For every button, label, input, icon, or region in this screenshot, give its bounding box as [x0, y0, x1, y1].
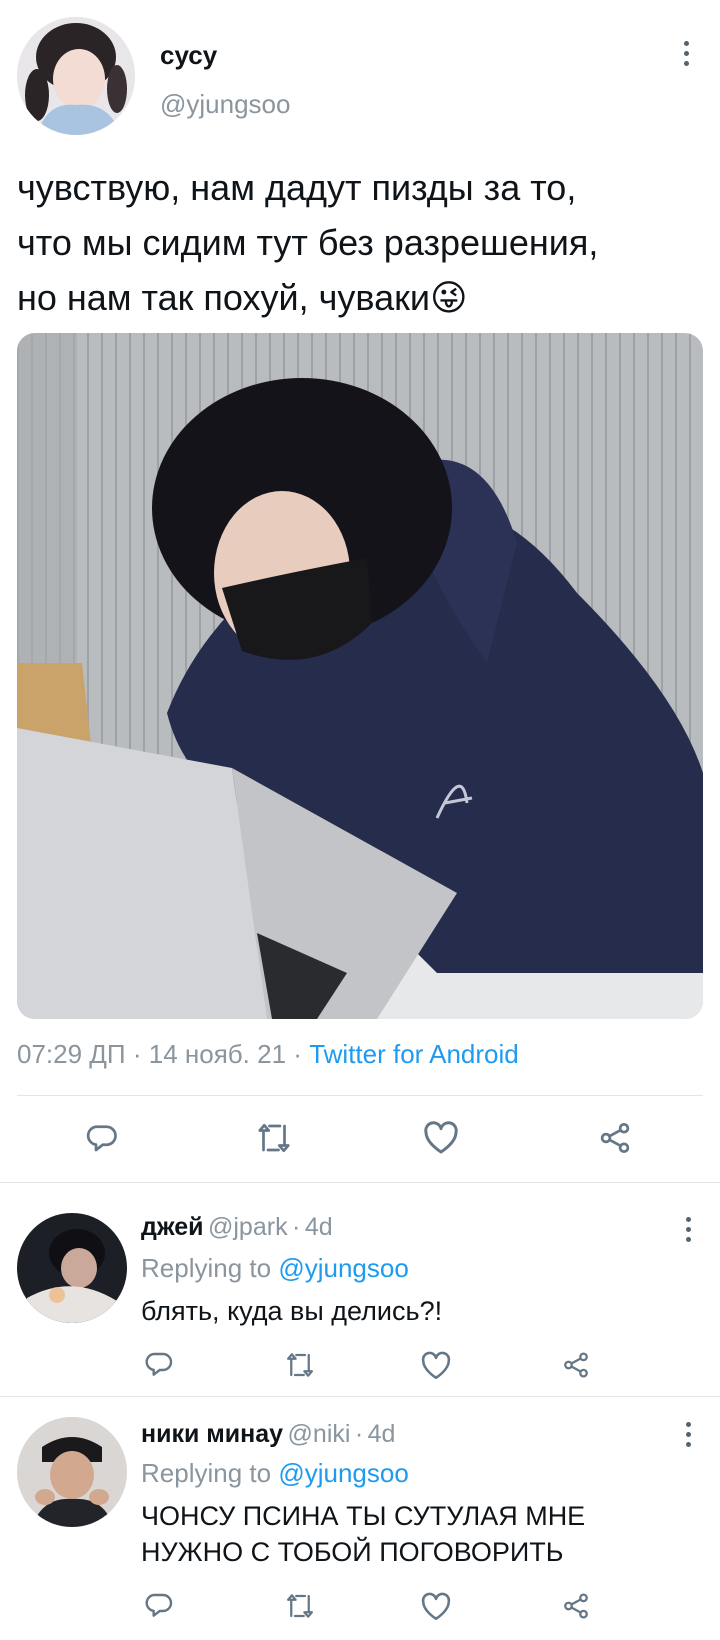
- reply-icon[interactable]: [143, 1348, 175, 1380]
- tweet-time: 07:29 ДП: [17, 1039, 126, 1069]
- more-vertical-icon[interactable]: [686, 1217, 694, 1247]
- author-avatar[interactable]: [17, 17, 135, 135]
- tweet-text-line: но нам так похуй, чуваки😜: [17, 270, 707, 325]
- reply-text-line: блять, куда вы делись?!: [141, 1296, 443, 1326]
- author-name[interactable]: сусу: [160, 40, 217, 71]
- replying-to-link[interactable]: @yjungsoo: [278, 1458, 408, 1488]
- tweet-client-link[interactable]: Twitter for Android: [309, 1039, 519, 1069]
- tweet-text-line: чувствую, нам дадут пизды за то,: [17, 167, 577, 208]
- meta-separator: ·: [293, 1039, 302, 1069]
- reply-avatar[interactable]: [17, 1417, 127, 1527]
- heart-icon[interactable]: [419, 1590, 453, 1622]
- tweet-text: чувствую, нам дадут пизды за то, что мы …: [17, 160, 707, 325]
- reply-dot: ·: [354, 1420, 364, 1448]
- retweet-icon[interactable]: [283, 1591, 317, 1621]
- reply-text: блять, куда вы делись?!: [141, 1293, 442, 1329]
- tweet-text-line: что мы сидим тут без разрешения,: [17, 222, 599, 263]
- tweet-date: 14 нояб. 21: [148, 1039, 287, 1069]
- reply-age: 4d: [367, 1420, 396, 1448]
- reply-avatar[interactable]: [17, 1213, 127, 1323]
- reply-text: ЧОНСУ ПСИНА ТЫ СУТУЛАЯ МНЕ НУЖНО С ТОБОЙ…: [141, 1498, 585, 1570]
- author-handle[interactable]: @yjungsoo: [160, 89, 290, 120]
- reply-author-name[interactable]: джей: [141, 1213, 204, 1241]
- retweet-icon[interactable]: [283, 1350, 317, 1380]
- reply-icon[interactable]: [143, 1589, 175, 1621]
- tweet-meta: 07:29 ДП · 14 нояб. 21 · Twitter for And…: [17, 1039, 519, 1070]
- tweet-text-segment: но нам так похуй, чуваки: [17, 277, 430, 318]
- replying-to-prefix: Replying to: [141, 1458, 272, 1488]
- divider: [17, 1095, 703, 1096]
- share-icon[interactable]: [561, 1350, 591, 1380]
- winking-tongue-emoji: 😜: [430, 277, 468, 318]
- replying-to: Replying to @yjungsoo: [141, 1458, 409, 1489]
- share-icon[interactable]: [597, 1120, 633, 1156]
- divider: [0, 1396, 720, 1397]
- tweet-photo[interactable]: [17, 333, 703, 1019]
- replying-to: Replying to @yjungsoo: [141, 1253, 409, 1284]
- meta-separator: ·: [132, 1039, 142, 1069]
- divider: [0, 1182, 720, 1183]
- reply-author-handle[interactable]: @jpark: [208, 1213, 288, 1241]
- reply-text-line: НУЖНО С ТОБОЙ ПОГОВОРИТЬ: [141, 1537, 564, 1567]
- retweet-icon[interactable]: [254, 1120, 294, 1156]
- reply-header: ники минау @niki · 4d: [141, 1420, 395, 1449]
- replying-to-link[interactable]: @yjungsoo: [278, 1253, 408, 1283]
- reply-icon[interactable]: [84, 1120, 120, 1156]
- reply-text-line: ЧОНСУ ПСИНА ТЫ СУТУЛАЯ МНЕ: [141, 1501, 586, 1531]
- heart-icon[interactable]: [421, 1118, 461, 1156]
- replying-to-prefix: Replying to: [141, 1253, 272, 1283]
- reply-dot: ·: [292, 1213, 301, 1241]
- reply-author-name[interactable]: ники минау: [141, 1420, 283, 1448]
- share-icon[interactable]: [561, 1591, 591, 1621]
- more-vertical-icon[interactable]: [686, 1422, 694, 1452]
- more-vertical-icon[interactable]: [684, 41, 692, 71]
- reply-age: 4d: [304, 1213, 333, 1241]
- heart-icon[interactable]: [419, 1349, 453, 1381]
- reply-header: джей @jpark · 4d: [141, 1213, 333, 1242]
- reply-author-handle[interactable]: @niki: [288, 1420, 351, 1448]
